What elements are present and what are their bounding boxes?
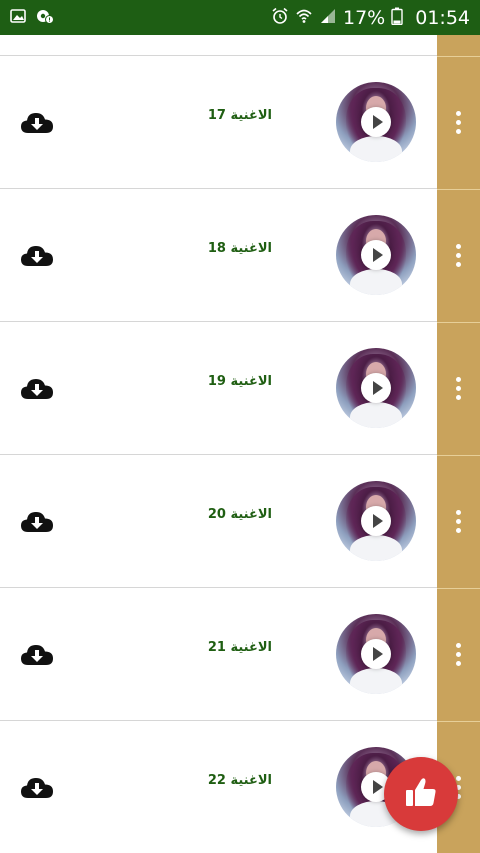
cloud-download-icon: [20, 246, 54, 272]
song-thumbnail[interactable]: [336, 348, 416, 428]
play-icon[interactable]: [361, 639, 391, 669]
cloud-download-icon: [20, 778, 54, 804]
download-button[interactable]: [20, 244, 54, 268]
download-button[interactable]: [20, 377, 54, 401]
download-button[interactable]: [20, 776, 54, 800]
gallery-icon: [10, 8, 26, 28]
cloud-download-icon: [20, 645, 54, 671]
more-options-button[interactable]: [437, 322, 480, 455]
more-vert-icon: [456, 377, 461, 400]
settings-notification-icon: [36, 8, 54, 28]
cloud-download-icon: [20, 113, 54, 139]
play-icon[interactable]: [361, 107, 391, 137]
song-card[interactable]: الاغنية 17: [0, 56, 437, 189]
download-button[interactable]: [20, 643, 54, 667]
more-vert-icon: [456, 510, 461, 533]
more-options-button[interactable]: [437, 588, 480, 721]
clock: 01:54: [415, 6, 470, 29]
like-button[interactable]: [384, 757, 458, 831]
more-options-button[interactable]: [437, 189, 480, 322]
status-bar: 17% 01:54: [0, 0, 480, 35]
song-title: الاغنية 19: [207, 374, 272, 389]
cloud-download-icon: [20, 512, 54, 538]
song-card[interactable]: الاغنية 21: [0, 588, 437, 721]
song-card[interactable]: الاغنية 22: [0, 721, 437, 853]
song-title: الاغنية 21: [207, 640, 272, 655]
song-row[interactable]: الاغنية 20: [0, 455, 480, 588]
song-list[interactable]: الاغنية 17 الاغنية 18 الاغنية 19 الاغنية…: [0, 35, 480, 853]
song-thumbnail[interactable]: [336, 82, 416, 162]
battery-percent: 17%: [343, 6, 386, 29]
song-title: الاغنية 22: [207, 773, 272, 788]
play-icon[interactable]: [361, 373, 391, 403]
song-row[interactable]: الاغنية 19: [0, 322, 480, 455]
song-card[interactable]: الاغنية 19: [0, 322, 437, 455]
song-card[interactable]: الاغنية 20: [0, 455, 437, 588]
more-vert-icon: [456, 244, 461, 267]
more-vert-icon: [456, 643, 461, 666]
download-button[interactable]: [20, 111, 54, 135]
play-icon[interactable]: [361, 240, 391, 270]
cloud-download-icon: [20, 379, 54, 405]
battery-icon: [391, 7, 403, 29]
song-row[interactable]: الاغنية 18: [0, 189, 480, 322]
alarm-icon: [271, 7, 289, 29]
song-thumbnail[interactable]: [336, 614, 416, 694]
previous-row-partial: [0, 35, 437, 56]
more-options-button[interactable]: [437, 455, 480, 588]
song-thumbnail[interactable]: [336, 481, 416, 561]
song-card[interactable]: الاغنية 18: [0, 189, 437, 322]
song-thumbnail[interactable]: [336, 215, 416, 295]
song-row[interactable]: الاغنية 21: [0, 588, 480, 721]
song-row[interactable]: الاغنية 17: [0, 56, 480, 189]
status-left-icons: [10, 8, 54, 28]
wifi-icon: [295, 7, 313, 29]
song-title: الاغنية 18: [207, 241, 272, 256]
song-title: الاغنية 20: [207, 507, 272, 522]
more-vert-icon: [456, 111, 461, 134]
play-icon[interactable]: [361, 506, 391, 536]
song-title: الاغنية 17: [207, 108, 272, 123]
more-options-button[interactable]: [437, 56, 480, 189]
status-right-icons: 17% 01:54: [271, 7, 470, 29]
thumbs-up-icon: [404, 776, 438, 812]
download-button[interactable]: [20, 510, 54, 534]
signal-icon: [319, 7, 337, 29]
